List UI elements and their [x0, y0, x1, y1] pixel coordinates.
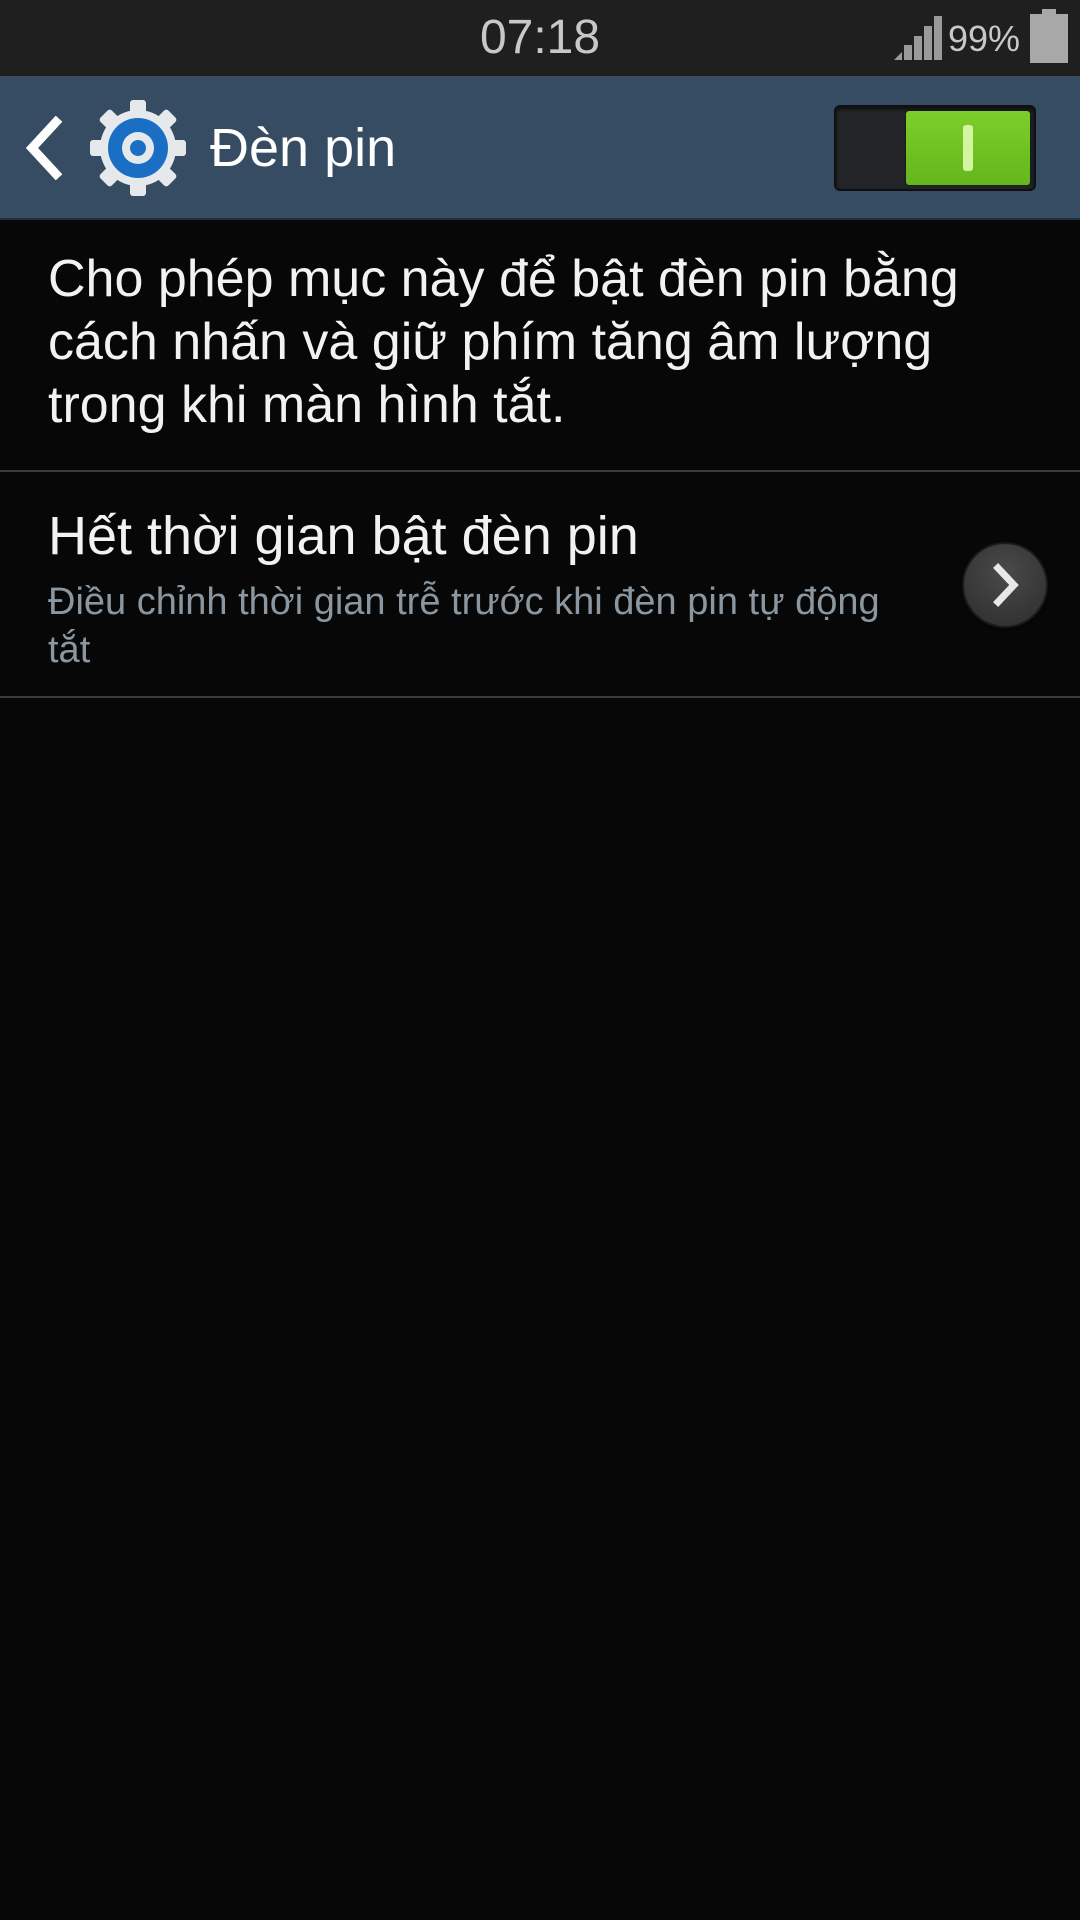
action-bar: Đèn pin	[0, 78, 1080, 220]
page-title: Đèn pin	[210, 118, 397, 178]
switch-knob	[906, 111, 1030, 185]
setting-title: Hết thời gian bật đèn pin	[48, 506, 639, 566]
chevron-right-icon	[993, 563, 1019, 607]
chevron-right-button[interactable]	[964, 544, 1046, 626]
battery-icon	[1030, 9, 1068, 63]
screen: 07:18 99% Đèn pin Cho phép mục này để bậ…	[0, 0, 1080, 1920]
flashlight-master-switch[interactable]	[834, 105, 1036, 191]
setting-row-timeout[interactable]: Hết thời gian bật đèn pin Điều chỉnh thờ…	[0, 474, 1080, 696]
divider	[0, 696, 1080, 698]
chevron-left-icon[interactable]	[24, 116, 64, 180]
feature-description: Cho phép mục này để bật đèn pin bằng các…	[48, 250, 959, 434]
signal-strength-icon	[894, 16, 942, 60]
battery-percent: 99%	[948, 18, 1021, 59]
switch-grip	[963, 125, 973, 171]
status-bar: 07:18 99%	[0, 0, 1080, 78]
setting-subtitle: Điều chỉnh thời gian trễ trước khi đèn p…	[48, 581, 880, 671]
settings-gear-icon	[90, 100, 186, 196]
divider	[0, 470, 1080, 472]
